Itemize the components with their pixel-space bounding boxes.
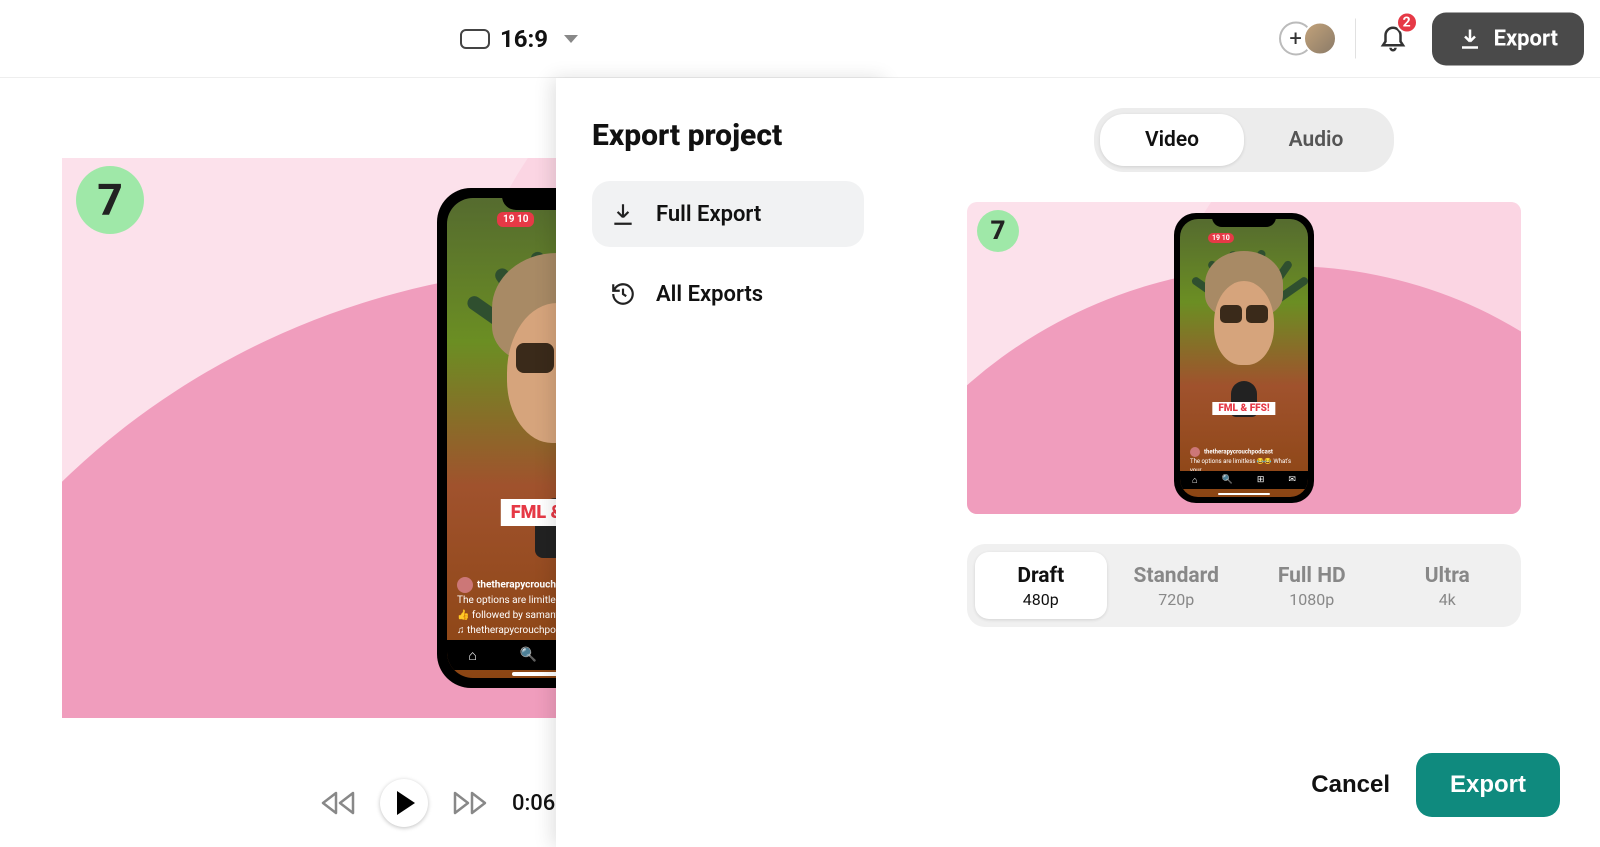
tab-video[interactable]: Video — [1100, 114, 1244, 166]
live-badge: 19 10 — [497, 212, 534, 227]
export-confirm-button[interactable]: Export — [1416, 753, 1560, 817]
sidebar-item-label: Full Export — [656, 202, 761, 227]
quality-name: Draft — [975, 564, 1107, 588]
export-sidebar: Export project Full Export All Exports — [556, 78, 888, 847]
tab-video-label: Video — [1145, 128, 1199, 152]
sidebar-title: Export project — [592, 118, 864, 153]
tab-audio[interactable]: Audio — [1244, 114, 1388, 166]
download-icon — [610, 201, 636, 227]
quality-standard[interactable]: Standard 720p — [1111, 552, 1243, 619]
search-icon: 🔍 — [519, 647, 536, 663]
quality-draft[interactable]: Draft 480p — [975, 552, 1107, 619]
cancel-button[interactable]: Cancel — [1301, 755, 1400, 815]
aspect-ratio-label: 16:9 — [500, 25, 548, 53]
sidebar-item-label: All Exports — [656, 282, 763, 307]
history-icon — [610, 281, 636, 307]
quality-res: 4k — [1382, 590, 1514, 609]
aspect-ratio-icon — [460, 29, 490, 49]
separator — [1355, 19, 1356, 59]
quality-name: Full HD — [1246, 564, 1378, 588]
sidebar-item-full-export[interactable]: Full Export — [592, 181, 864, 247]
play-icon — [397, 791, 415, 815]
phone-mockup-preview: 19 10 FML & FFS! thetherapycrouchpodcast… — [1174, 213, 1314, 503]
topbar: 16:9 + 2 Export — [0, 0, 1600, 78]
quality-res: 1080p — [1246, 590, 1378, 609]
aspect-ratio-selector[interactable]: 16:9 — [460, 25, 578, 53]
sidebar-item-all-exports[interactable]: All Exports — [592, 261, 864, 327]
phone-overlay-title: FML & FFS! — [1212, 402, 1275, 415]
forward-button[interactable] — [452, 785, 488, 821]
download-icon — [1458, 27, 1482, 51]
rewind-icon — [321, 791, 355, 815]
user-avatar[interactable] — [1303, 22, 1337, 56]
collaborators: + — [1279, 22, 1337, 56]
quality-segmented: Draft 480p Standard 720p Full HD 1080p U… — [967, 544, 1521, 627]
cancel-label: Cancel — [1311, 771, 1390, 798]
tab-audio-label: Audio — [1289, 128, 1344, 152]
timecode: 0:06: — [512, 791, 561, 816]
main-canvas-area: 7 19 10 FML & FFS! thetherapycrouchpodca… — [0, 80, 560, 847]
playback-controls: 0:06: — [320, 779, 561, 827]
home-icon: ⌂ — [468, 647, 476, 664]
export-footer-actions: Cancel Export — [1301, 753, 1560, 817]
quality-name: Ultra — [1382, 564, 1514, 588]
forward-icon — [453, 791, 487, 815]
quality-fullhd[interactable]: Full HD 1080p — [1246, 552, 1378, 619]
play-button[interactable] — [380, 779, 428, 827]
export-panel: Video Audio 7 19 10 FML & FFS! thetherap… — [888, 78, 1600, 847]
export-preview: 7 19 10 FML & FFS! thetherapycrouchpodca… — [967, 202, 1521, 514]
quality-name: Standard — [1111, 564, 1243, 588]
scene-number-badge: 7 — [977, 210, 1019, 252]
quality-ultra[interactable]: Ultra 4k — [1382, 552, 1514, 619]
export-button-top[interactable]: Export — [1432, 12, 1584, 65]
notification-badge: 2 — [1396, 12, 1418, 34]
export-confirm-label: Export — [1450, 771, 1526, 798]
quality-res: 480p — [975, 590, 1107, 609]
rewind-button[interactable] — [320, 785, 356, 821]
chevron-down-icon — [564, 35, 578, 43]
export-button-label: Export — [1494, 26, 1558, 51]
quality-res: 720p — [1111, 590, 1243, 609]
notifications-button[interactable]: 2 — [1374, 18, 1412, 60]
topbar-right: + 2 Export — [1279, 12, 1584, 65]
scene-number-badge: 7 — [76, 166, 144, 234]
live-badge: 19 10 — [1208, 233, 1234, 243]
export-type-segmented: Video Audio — [1094, 108, 1394, 172]
